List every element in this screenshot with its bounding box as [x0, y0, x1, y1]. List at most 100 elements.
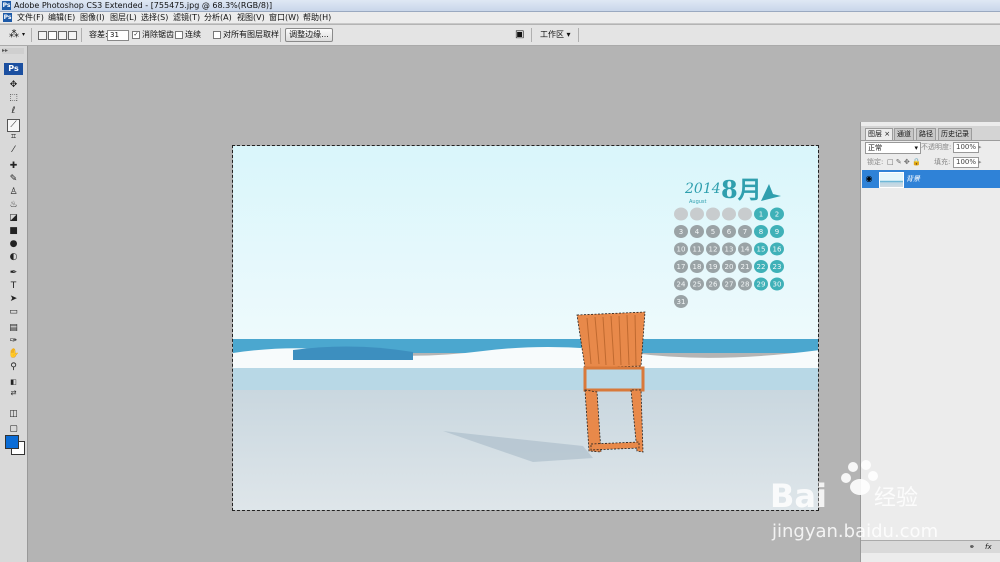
magic-wand-preset-icon[interactable]: ⁂	[9, 25, 19, 45]
notes-tool-icon[interactable]: ▤	[8, 323, 19, 334]
preset-dropdown-icon[interactable]: ▾	[22, 25, 25, 45]
calendar-day-label: 26	[709, 281, 718, 289]
fill-label: 填充:	[934, 158, 951, 166]
antialias-label: 消除锯齿	[142, 30, 174, 39]
add-selection-icon[interactable]	[48, 31, 57, 40]
calendar-day-label: 1	[759, 211, 763, 219]
menu-bar: Ps 文件(F) 编辑(E) 图像(I) 图层(L) 选择(S) 滤镜(T) 分…	[0, 12, 1000, 24]
menu-edit[interactable]: 编辑(E)	[48, 12, 75, 23]
fill-input[interactable]: 100%	[953, 157, 979, 168]
bridge-icon[interactable]: ▣	[515, 25, 524, 45]
contiguous-checkbox[interactable]	[175, 30, 183, 39]
gradient-tool-icon[interactable]: ■	[8, 226, 19, 237]
slice-tool-icon[interactable]: ⁄	[8, 145, 19, 156]
workspace-menu[interactable]: 工作区 ▾	[540, 25, 571, 45]
eraser-tool-icon[interactable]: ◪	[8, 213, 19, 224]
calendar-day-label: 21	[741, 263, 750, 271]
chevron-down-icon: ▾	[914, 144, 918, 152]
calendar-day-label: 17	[677, 263, 686, 271]
baidu-watermark: Bai 经验 jingyan.baidu.com	[770, 460, 938, 542]
menu-help[interactable]: 帮助(H)	[303, 12, 331, 23]
calendar-day-label: 12	[709, 246, 718, 254]
antialias-option[interactable]: ✓ 消除锯齿	[132, 25, 174, 45]
type-tool-icon[interactable]: T	[8, 281, 19, 292]
refine-edge-button[interactable]: 调整边缘...	[285, 28, 333, 42]
screen-mode-icon[interactable]: ▢	[8, 424, 19, 435]
menu-app-icon[interactable]: Ps	[3, 13, 12, 22]
calendar-year: 2014	[684, 181, 721, 197]
magic-wand-tool-icon[interactable]: ⟋	[7, 119, 20, 132]
sample-all-layers-checkbox[interactable]	[213, 30, 221, 39]
ps-logo[interactable]: Ps	[4, 63, 23, 75]
eye-icon[interactable]: ◉	[864, 174, 874, 184]
calendar-day-label: 13	[725, 246, 734, 254]
calendar-day-label: 18	[693, 263, 702, 271]
path-selection-icon[interactable]: ➤	[8, 294, 19, 305]
fill-arrow-icon[interactable]: ▸	[978, 157, 982, 167]
calendar-day-label: 5	[711, 228, 715, 236]
layer-row[interactable]: ◉ 背景	[862, 170, 1000, 188]
panel-tabs: 图层 × 通道 路径 历史记录	[861, 126, 1000, 141]
subtract-selection-icon[interactable]	[58, 31, 67, 40]
sample-all-layers-option[interactable]: 对所有图层取样	[213, 25, 279, 45]
menu-analysis[interactable]: 分析(A)	[204, 12, 232, 23]
history-brush-icon[interactable]: ♨	[8, 200, 19, 211]
zoom-tool-icon[interactable]: ⚲	[8, 362, 19, 373]
menu-layer[interactable]: 图层(L)	[110, 12, 137, 23]
clone-stamp-icon[interactable]: ♙	[8, 187, 19, 198]
calendar-day-label: 23	[773, 263, 782, 271]
calendar-empty-cell	[722, 207, 736, 221]
calendar-day-label: 31	[677, 298, 686, 306]
menu-view[interactable]: 视图(V)	[237, 12, 265, 23]
quick-mask-icon[interactable]: ◫	[8, 409, 19, 420]
healing-brush-icon[interactable]: ✚	[8, 161, 19, 172]
tab-history[interactable]: 历史记录	[938, 128, 972, 140]
tab-channels[interactable]: 通道	[894, 128, 914, 140]
menu-image[interactable]: 图像(I)	[80, 12, 105, 23]
foreground-color-swatch[interactable]	[5, 435, 19, 449]
contiguous-option[interactable]: 连续	[175, 25, 201, 45]
eyedropper-tool-icon[interactable]: ✑	[8, 336, 19, 347]
new-selection-icon[interactable]	[38, 31, 47, 40]
toolbox-grip[interactable]: ▸▸	[2, 48, 24, 54]
shape-tool-icon[interactable]: ▭	[8, 307, 19, 318]
menu-window[interactable]: 窗口(W)	[269, 12, 299, 23]
calendar-day-label: 25	[693, 281, 702, 289]
lasso-tool-icon[interactable]: ℓ	[8, 106, 19, 117]
app-icon: Ps	[2, 1, 11, 10]
layer-name: 背景	[906, 175, 920, 183]
move-tool-icon[interactable]: ✥	[8, 80, 19, 91]
tab-layers[interactable]: 图层 ×	[865, 128, 894, 140]
tolerance-input[interactable]: 31	[107, 30, 129, 41]
options-separator	[578, 28, 579, 42]
hand-tool-icon[interactable]: ✋	[8, 349, 19, 360]
default-colors-icon[interactable]: ◧ ⇄	[8, 377, 19, 397]
pen-tool-icon[interactable]: ✒	[8, 268, 19, 279]
options-separator	[81, 28, 82, 42]
marquee-tool-icon[interactable]: ⬚	[8, 93, 19, 104]
contiguous-label: 连续	[185, 30, 201, 39]
fx-icon[interactable]: fx	[985, 541, 992, 553]
title-bar: Ps Adobe Photoshop CS3 Extended - [75547…	[0, 0, 1000, 12]
menu-file[interactable]: 文件(F)	[17, 12, 44, 23]
brush-tool-icon[interactable]: ✎	[8, 174, 19, 185]
tab-paths[interactable]: 路径	[916, 128, 936, 140]
menu-filter[interactable]: 滤镜(T)	[173, 12, 200, 23]
crop-tool-icon[interactable]: ⌗	[8, 132, 19, 143]
document-canvas[interactable]: 2014 8月 August 1 2 3 4 5 6 7 8 9 10 11 12 13 14 15 16 17…	[232, 145, 819, 511]
antialias-checkbox[interactable]: ✓	[132, 30, 140, 39]
sample-all-layers-label: 对所有图层取样	[223, 30, 279, 39]
dodge-tool-icon[interactable]: ◐	[8, 252, 19, 263]
chevron-down-icon: ▾	[566, 30, 571, 39]
intersect-selection-icon[interactable]	[68, 31, 77, 40]
opacity-input[interactable]: 100%	[953, 142, 979, 153]
calendar-day-label: 15	[757, 246, 766, 254]
calendar-day-label: 16	[773, 246, 782, 254]
blur-tool-icon[interactable]: ●	[8, 239, 19, 250]
lock-icons[interactable]: □ ✎ ✥ 🔒	[887, 157, 921, 167]
close-icon[interactable]: ×	[884, 130, 890, 138]
opacity-arrow-icon[interactable]: ▸	[978, 142, 982, 152]
menu-select[interactable]: 选择(S)	[141, 12, 168, 23]
blend-mode-select[interactable]: 正常 ▾	[865, 142, 921, 154]
workspace-label: 工作区	[540, 30, 564, 39]
